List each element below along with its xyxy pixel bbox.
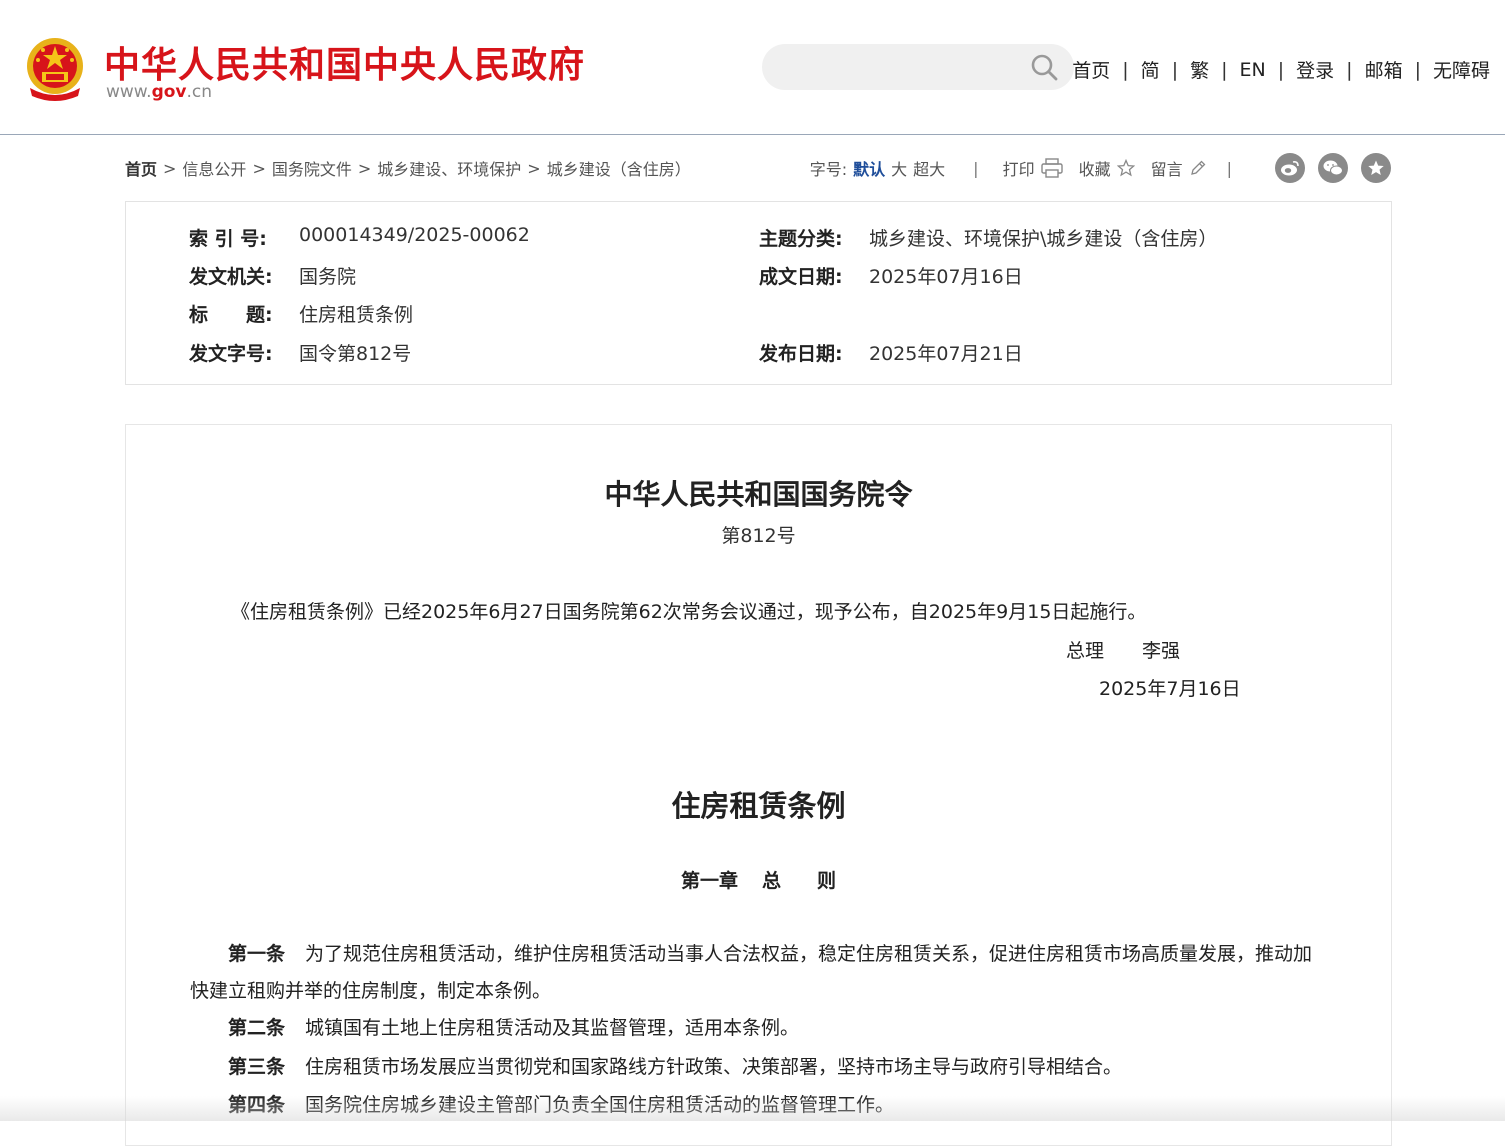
star-icon — [1116, 159, 1135, 177]
article-text: 住房租赁市场发展应当贯彻党和国家路线方针政策、决策部署，坚持市场主导与政府引导相… — [305, 1056, 1123, 1078]
written-date-value: 2025年07月16日 — [869, 266, 1023, 288]
weibo-share-button[interactable] — [1275, 153, 1305, 183]
written-date-label: 成文日期: — [759, 266, 843, 288]
regulation-title: 住房租赁条例 — [671, 789, 846, 823]
publish-date-label: 发布日期: — [759, 343, 843, 365]
comment-button[interactable]: 留言 — [1151, 156, 1207, 180]
doc-no-label: 发文字号: — [189, 343, 273, 365]
breadcrumb-info-disclosure[interactable]: 信息公开 — [182, 156, 246, 180]
article-number: 第四条 — [228, 1094, 286, 1116]
national-emblem-logo[interactable] — [24, 36, 86, 102]
chapter-number: 第一章 — [680, 870, 738, 892]
font-size-xlarge[interactable]: 超大 — [913, 156, 945, 180]
breadcrumb-separator: > — [252, 158, 266, 178]
issuer-value: 国务院 — [299, 266, 357, 288]
breadcrumb-home[interactable]: 首页 — [125, 156, 157, 180]
page-tools: 字号: 默认 大 超大 | 打印 收藏 留言 | — [810, 153, 1391, 183]
nav-home[interactable]: 首页 — [1072, 56, 1110, 83]
order-title: 中华人民共和国国务院令 — [604, 478, 913, 511]
article-paragraph: 第一条 为了规范住房租赁活动，维护住房租赁活动当事人合法权益，稳定住房租赁关系，促… — [190, 936, 1330, 1010]
print-label: 打印 — [1002, 160, 1035, 179]
search-icon[interactable] — [1030, 53, 1058, 81]
print-button[interactable]: 打印 — [1003, 156, 1063, 180]
article-text: 城镇国有土地上住房租赁活动及其监督管理，适用本条例。 — [305, 1017, 800, 1039]
article-paragraph: 第四条 国务院住房城乡建设主管部门负责全国住房租赁活动的监督管理工作。 — [190, 1087, 1330, 1124]
nav-separator: | — [1414, 58, 1421, 81]
top-nav: 首页 | 简 | 繁 | EN | 登录 | 邮箱 | 无障碍 — [1072, 56, 1490, 83]
tools-separator: | — [1226, 158, 1232, 178]
wechat-icon — [1323, 160, 1343, 176]
chapter-name-part1: 总 — [761, 870, 781, 892]
doc-no-value: 国令第812号 — [299, 343, 412, 365]
pencil-icon — [1190, 160, 1206, 175]
issuer-label: 发文机关: — [189, 266, 273, 288]
promulgation-text: 《住房租赁条例》已经2025年6月27日国务院第62次常务会议通过，现予公布，自… — [231, 601, 1147, 623]
article-number: 第二条 — [228, 1017, 286, 1039]
nav-english[interactable]: EN — [1240, 59, 1266, 81]
site-title[interactable]: 中华人民共和国中央人民政府 — [104, 36, 585, 88]
nav-separator: | — [1346, 58, 1353, 81]
article-text: 为了规范住房租赁活动，维护住房租赁活动当事人合法权益，稳定住房租赁关系，促进住房… — [190, 943, 1313, 1002]
publish-date-value: 2025年07月21日 — [869, 343, 1023, 365]
breadcrumb-urban-rural-env[interactable]: 城乡建设、环境保护 — [377, 156, 521, 180]
search-input[interactable] — [762, 44, 1074, 90]
weibo-icon — [1281, 161, 1299, 176]
nav-simplified[interactable]: 简 — [1141, 56, 1160, 83]
article-number: 第三条 — [228, 1056, 286, 1078]
favorite-button[interactable]: 收藏 — [1079, 156, 1135, 180]
article-paragraph: 第二条 城镇国有土地上住房租赁活动及其监督管理，适用本条例。 — [190, 1010, 1330, 1047]
breadcrumb-urban-rural-housing[interactable]: 城乡建设（含住房） — [547, 156, 691, 180]
topic-label: 主题分类: — [759, 228, 843, 250]
site-url-prefix: www. — [106, 82, 152, 102]
site-header: 中华人民共和国中央人民政府 www.gov.cn 首页 | 简 | 繁 | EN… — [0, 0, 1505, 135]
signer-role: 总理 — [1066, 640, 1105, 662]
nav-separator: | — [1277, 58, 1285, 81]
article-body: 中华人民共和国国务院令 第812号 《住房租赁条例》已经2025年6月27日国务… — [125, 424, 1392, 1146]
breadcrumb-separator: > — [163, 158, 177, 178]
nav-mail[interactable]: 邮箱 — [1365, 56, 1403, 83]
article-text: 国务院住房城乡建设主管部门负责全国住房租赁活动的监督管理工作。 — [305, 1094, 895, 1116]
order-number: 第812号 — [721, 525, 796, 547]
index-no-value: 000014349/2025-00062 — [299, 224, 530, 246]
nav-separator: | — [1122, 58, 1129, 81]
font-size-large[interactable]: 大 — [891, 156, 907, 180]
article-paragraph: 第三条 住房租赁市场发展应当贯彻党和国家路线方针政策、决策部署，坚持市场主导与政府… — [190, 1049, 1330, 1086]
document-info-table: 索 引 号: 000014349/2025-00062 主题分类: 城乡建设、环… — [125, 201, 1392, 385]
nav-accessibility[interactable]: 无障碍 — [1433, 56, 1490, 83]
signer-name: 李强 — [1142, 640, 1181, 662]
breadcrumb-separator: > — [527, 158, 541, 178]
nav-login[interactable]: 登录 — [1296, 56, 1334, 83]
tools-separator: | — [973, 158, 979, 178]
breadcrumb-bar: 首页 > 信息公开 > 国务院文件 > 城乡建设、环境保护 > 城乡建设（含住房… — [125, 153, 1391, 183]
breadcrumb-state-council-docs[interactable]: 国务院文件 — [272, 156, 352, 180]
font-size-label: 字号: — [809, 160, 848, 179]
wechat-share-button[interactable] — [1318, 153, 1348, 183]
favorite-star-icon — [1368, 160, 1384, 175]
nav-separator: | — [1221, 58, 1228, 81]
article-number: 第一条 — [228, 943, 286, 965]
favorite-label: 收藏 — [1078, 160, 1111, 179]
nav-separator: | — [1171, 58, 1179, 81]
font-size-default[interactable]: 默认 — [853, 156, 885, 180]
topic-value: 城乡建设、环境保护\城乡建设（含住房） — [869, 228, 1218, 250]
breadcrumb-separator: > — [357, 158, 372, 178]
chapter-heading: 第一章 总 则 — [126, 866, 1391, 893]
printer-icon — [1040, 158, 1063, 178]
site-url-suffix: .cn — [186, 82, 213, 102]
comment-label: 留言 — [1150, 160, 1183, 179]
index-no-label: 索 引 号: — [189, 228, 267, 250]
breadcrumb: 首页 > 信息公开 > 国务院文件 > 城乡建设、环境保护 > 城乡建设（含住房… — [125, 156, 691, 180]
nav-traditional[interactable]: 繁 — [1190, 56, 1209, 83]
favorite-share-button[interactable] — [1361, 153, 1391, 183]
sign-date: 2025年7月16日 — [1099, 678, 1241, 700]
site-url-domain: gov — [151, 82, 187, 102]
title-value: 住房租赁条例 — [299, 304, 414, 326]
site-url: www.gov.cn — [106, 82, 212, 102]
chapter-name-part2: 则 — [817, 870, 837, 892]
signer: 总理 李强 — [1066, 636, 1180, 663]
title-label: 标 题: — [189, 304, 273, 326]
